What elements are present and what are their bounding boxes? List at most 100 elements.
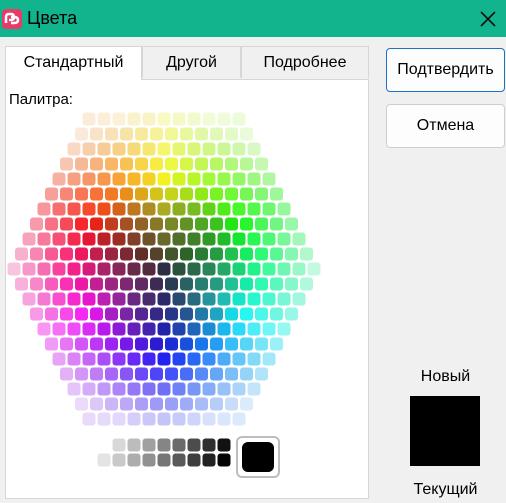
palette-swatch[interactable] bbox=[187, 412, 201, 426]
palette-swatch[interactable] bbox=[120, 157, 133, 171]
palette-swatch[interactable] bbox=[262, 232, 276, 246]
palette-swatch[interactable] bbox=[60, 217, 73, 231]
palette-swatch[interactable] bbox=[90, 397, 103, 411]
palette-swatch[interactable] bbox=[105, 127, 118, 141]
palette-swatch[interactable] bbox=[172, 232, 186, 246]
palette-swatch[interactable] bbox=[247, 262, 261, 276]
palette-swatch[interactable] bbox=[52, 322, 66, 336]
palette-swatch[interactable] bbox=[135, 367, 148, 381]
gray-swatch[interactable] bbox=[172, 453, 186, 467]
palette-swatch[interactable] bbox=[285, 217, 298, 231]
palette-swatch[interactable] bbox=[150, 277, 163, 291]
palette-swatch[interactable] bbox=[225, 217, 238, 231]
palette-swatch[interactable] bbox=[240, 157, 253, 171]
palette-swatch[interactable] bbox=[67, 352, 81, 366]
palette-swatch[interactable] bbox=[210, 217, 223, 231]
palette-swatch[interactable] bbox=[240, 307, 253, 321]
palette-swatch[interactable] bbox=[202, 322, 216, 336]
palette-swatch[interactable] bbox=[240, 397, 253, 411]
palette-swatch[interactable] bbox=[90, 277, 103, 291]
palette-swatch[interactable] bbox=[82, 112, 96, 126]
palette-swatch[interactable] bbox=[195, 187, 208, 201]
palette-swatch[interactable] bbox=[60, 367, 73, 381]
palette-swatch[interactable] bbox=[210, 337, 223, 351]
palette-swatch[interactable] bbox=[210, 127, 223, 141]
gray-swatch[interactable] bbox=[142, 438, 156, 452]
palette-swatch[interactable] bbox=[285, 277, 298, 291]
palette-swatch[interactable] bbox=[120, 277, 133, 291]
palette-swatch[interactable] bbox=[105, 157, 118, 171]
palette-swatch[interactable] bbox=[120, 397, 133, 411]
palette-swatch[interactable] bbox=[180, 127, 193, 141]
palette-swatch[interactable] bbox=[255, 277, 268, 291]
palette-swatch[interactable] bbox=[135, 217, 148, 231]
palette-swatch[interactable] bbox=[120, 367, 133, 381]
palette-swatch[interactable] bbox=[142, 322, 156, 336]
palette-swatch[interactable] bbox=[180, 367, 193, 381]
palette-swatch[interactable] bbox=[202, 292, 216, 306]
palette-swatch[interactable] bbox=[82, 292, 96, 306]
palette-swatch[interactable] bbox=[157, 142, 171, 156]
palette-swatch[interactable] bbox=[172, 262, 186, 276]
palette-swatch[interactable] bbox=[45, 187, 58, 201]
palette-swatch[interactable] bbox=[142, 412, 156, 426]
gray-swatch[interactable] bbox=[112, 453, 126, 467]
palette-swatch[interactable] bbox=[67, 382, 81, 396]
palette-swatch[interactable] bbox=[217, 382, 231, 396]
palette-swatch[interactable] bbox=[60, 247, 73, 261]
palette-swatch[interactable] bbox=[187, 322, 201, 336]
palette-swatch[interactable] bbox=[37, 262, 51, 276]
palette-swatch[interactable] bbox=[82, 382, 96, 396]
palette-swatch[interactable] bbox=[75, 247, 88, 261]
palette-swatch[interactable] bbox=[240, 367, 253, 381]
palette-swatch[interactable] bbox=[97, 202, 111, 216]
palette-swatch[interactable] bbox=[165, 397, 178, 411]
palette-swatch[interactable] bbox=[240, 277, 253, 291]
palette-swatch[interactable] bbox=[187, 292, 201, 306]
gray-swatch[interactable] bbox=[142, 453, 156, 467]
palette-swatch[interactable] bbox=[210, 187, 223, 201]
palette-swatch[interactable] bbox=[112, 142, 126, 156]
palette-swatch[interactable] bbox=[195, 277, 208, 291]
palette-swatch[interactable] bbox=[217, 112, 231, 126]
close-button[interactable] bbox=[473, 4, 503, 34]
palette-swatch[interactable] bbox=[262, 322, 276, 336]
palette-swatch[interactable] bbox=[150, 397, 163, 411]
palette-swatch[interactable] bbox=[240, 127, 253, 141]
palette-swatch[interactable] bbox=[150, 157, 163, 171]
palette-swatch[interactable] bbox=[217, 412, 231, 426]
palette-swatch[interactable] bbox=[15, 247, 28, 261]
palette-swatch[interactable] bbox=[247, 232, 261, 246]
palette-swatch[interactable] bbox=[90, 337, 103, 351]
palette-swatch[interactable] bbox=[82, 142, 96, 156]
palette-swatch[interactable] bbox=[225, 157, 238, 171]
tab-details[interactable]: Подробнее bbox=[241, 46, 369, 78]
palette-swatch[interactable] bbox=[277, 262, 291, 276]
palette-swatch[interactable] bbox=[180, 397, 193, 411]
palette-swatch[interactable] bbox=[157, 112, 171, 126]
palette-swatch[interactable] bbox=[232, 232, 246, 246]
palette-swatch[interactable] bbox=[210, 277, 223, 291]
palette-swatch[interactable] bbox=[217, 352, 231, 366]
palette-swatch[interactable] bbox=[67, 232, 81, 246]
palette-swatch[interactable] bbox=[135, 127, 148, 141]
palette-swatch[interactable] bbox=[82, 322, 96, 336]
gray-swatch[interactable] bbox=[187, 453, 201, 467]
palette-swatch[interactable] bbox=[15, 277, 28, 291]
palette-swatch[interactable] bbox=[270, 337, 283, 351]
palette-swatch[interactable] bbox=[255, 307, 268, 321]
palette-swatch[interactable] bbox=[90, 187, 103, 201]
palette-swatch[interactable] bbox=[217, 142, 231, 156]
palette-swatch[interactable] bbox=[82, 352, 96, 366]
palette-swatch[interactable] bbox=[187, 262, 201, 276]
palette-swatch[interactable] bbox=[202, 232, 216, 246]
palette-swatch[interactable] bbox=[7, 262, 21, 276]
palette-swatch[interactable] bbox=[142, 112, 156, 126]
palette-swatch[interactable] bbox=[75, 187, 88, 201]
palette-swatch[interactable] bbox=[60, 307, 73, 321]
palette-swatch[interactable] bbox=[255, 367, 268, 381]
palette-swatch[interactable] bbox=[142, 232, 156, 246]
palette-swatch[interactable] bbox=[90, 307, 103, 321]
gray-swatch[interactable] bbox=[217, 438, 231, 452]
palette-swatch[interactable] bbox=[97, 232, 111, 246]
